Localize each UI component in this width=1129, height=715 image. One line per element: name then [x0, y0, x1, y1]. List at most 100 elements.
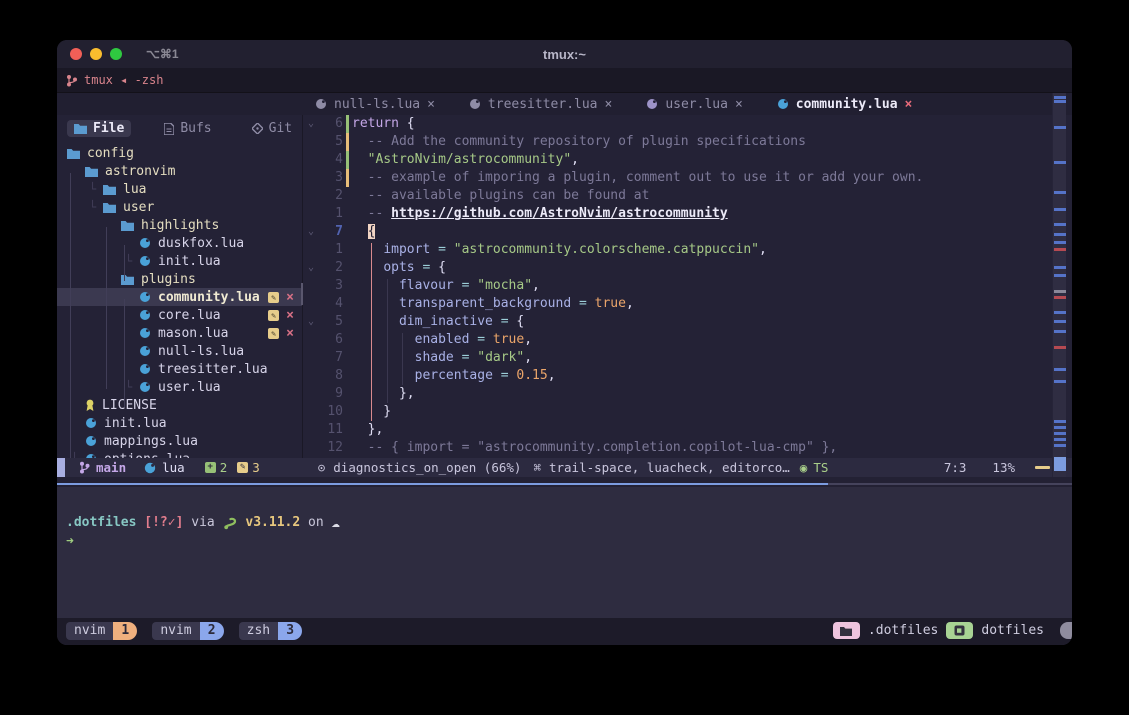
- source-tab-file[interactable]: File: [67, 120, 131, 137]
- git-sign-column: [343, 241, 352, 259]
- tree-item-label: init.lua: [104, 416, 167, 431]
- minimize-window-button[interactable]: [90, 48, 102, 60]
- tree-item-null-ls.lua[interactable]: null-ls.lua: [57, 342, 302, 360]
- close-window-button[interactable]: [70, 48, 82, 60]
- lua-file-icon: [139, 381, 151, 393]
- tree-item-astronvim[interactable]: astronvim: [57, 162, 302, 180]
- code-line[interactable]: 12 -- { import = "astrocommunity.complet…: [303, 439, 1072, 457]
- code-text: return {: [352, 115, 1072, 133]
- code-line[interactable]: 1 -- https://github.com/AstroNvim/astroc…: [303, 205, 1072, 223]
- buffer-tab-user.lua[interactable]: user.lua×: [646, 97, 742, 112]
- tmux-window-1[interactable]: nvim1: [66, 622, 137, 640]
- lua-file-icon: [139, 363, 151, 375]
- doc-icon: [164, 123, 174, 135]
- editor-scrollbar[interactable]: [1052, 93, 1066, 477]
- fold-column: [303, 349, 319, 367]
- tmux-window-name: nvim: [66, 622, 113, 640]
- code-line[interactable]: 11 },: [303, 421, 1072, 439]
- scrollbar-mark: [1054, 290, 1066, 293]
- active-pane-border: [57, 483, 828, 485]
- tree-item-lua[interactable]: └lua: [57, 180, 302, 198]
- tree-item-treesitter.lua[interactable]: treesitter.lua: [57, 360, 302, 378]
- tree-item-label: astronvim: [105, 164, 175, 179]
- indent-scope-line: [371, 243, 372, 421]
- code-line[interactable]: ⌄2 opts = {: [303, 259, 1072, 277]
- buffer-close-icon[interactable]: ×: [605, 97, 613, 112]
- scrollbar-thumb[interactable]: [1054, 457, 1066, 471]
- zoom-window-button[interactable]: [110, 48, 122, 60]
- scrollbar-mark: [1054, 266, 1066, 269]
- code-line[interactable]: 10 }: [303, 403, 1072, 421]
- code-line[interactable]: 5 -- Add the community repository of plu…: [303, 133, 1072, 151]
- tree-item-init.lua[interactable]: init.lua: [57, 414, 302, 432]
- tree-item-highlights[interactable]: highlights: [57, 216, 302, 234]
- git-sign-column: [343, 331, 352, 349]
- tree-item-init.lua[interactable]: └init.lua: [57, 252, 302, 270]
- tmux-window-3[interactable]: zsh3: [239, 622, 302, 640]
- tmux-session-name[interactable]: .dotfiles: [868, 623, 938, 638]
- terminal-tab-title[interactable]: tmux ◂ -zsh: [84, 73, 163, 87]
- git-sign-column: [343, 169, 352, 187]
- tree-guide-line: [106, 227, 107, 389]
- code-line[interactable]: 3 -- example of imporing a plugin, comme…: [303, 169, 1072, 187]
- tree-item-config[interactable]: config: [57, 144, 302, 162]
- buffer-tab-null-ls.lua[interactable]: null-ls.lua×: [315, 97, 435, 112]
- fold-chevron-icon[interactable]: ⌄: [303, 259, 319, 277]
- code-line[interactable]: ⌄5 dim_inactive = {: [303, 313, 1072, 331]
- tmux-window-index: 1: [113, 622, 137, 640]
- git-sign-column: [343, 223, 352, 241]
- code-line[interactable]: 6 enabled = true,: [303, 331, 1072, 349]
- zsh-pane[interactable]: .dotfiles [!?✓] via v3.11.2 on ☁ ➜: [57, 487, 1072, 618]
- shell-cursor[interactable]: [74, 534, 82, 549]
- code-line[interactable]: ⌄6return {: [303, 115, 1072, 133]
- fold-chevron-icon[interactable]: ⌄: [303, 115, 319, 133]
- mode-indicator-block: [57, 458, 65, 477]
- source-tab-git[interactable]: Git: [245, 120, 299, 137]
- code-line[interactable]: 2 -- available plugins can be found at: [303, 187, 1072, 205]
- code-line[interactable]: 9 },: [303, 385, 1072, 403]
- tmux-window-2[interactable]: nvim2: [152, 622, 223, 640]
- code-line[interactable]: 4 transparent_background = true,: [303, 295, 1072, 313]
- scrollbar-mark: [1054, 233, 1066, 236]
- ruler-mark: [1035, 466, 1050, 469]
- tree-item-core.lua[interactable]: core.lua✎×: [57, 306, 302, 324]
- code-line[interactable]: 8 percentage = 0.15,: [303, 367, 1072, 385]
- prompt-on: on: [308, 515, 324, 530]
- fold-column: [303, 169, 319, 187]
- git-branch-name[interactable]: main: [96, 460, 126, 475]
- tree-item-duskfox.lua[interactable]: duskfox.lua: [57, 234, 302, 252]
- code-line[interactable]: 1 import = "astrocommunity.colorscheme.c…: [303, 241, 1072, 259]
- scrollbar-mark: [1054, 208, 1066, 211]
- tree-item-community.lua[interactable]: community.lua✎×: [57, 288, 302, 306]
- buffer-tab-treesitter.lua[interactable]: treesitter.lua×: [469, 97, 612, 112]
- tree-item-mappings.lua[interactable]: mappings.lua: [57, 432, 302, 450]
- line-number: 4: [319, 295, 343, 313]
- folder-icon: [74, 123, 87, 134]
- tree-item-LICENSE[interactable]: LICENSE: [57, 396, 302, 414]
- git-status-badges: ✎×: [268, 326, 294, 341]
- folder-icon: [103, 184, 116, 195]
- code-editor[interactable]: ⌄6return {5 -- Add the community reposit…: [303, 115, 1072, 458]
- source-tab-bufs[interactable]: Bufs: [157, 120, 218, 137]
- tree-item-mason.lua[interactable]: mason.lua✎×: [57, 324, 302, 342]
- code-line[interactable]: 7 shade = "dark",: [303, 349, 1072, 367]
- lua-filetype-icon: [144, 462, 156, 474]
- fold-chevron-icon[interactable]: ⌄: [303, 313, 319, 331]
- tree-item-user[interactable]: └user: [57, 198, 302, 216]
- lua-file-icon: [777, 98, 789, 110]
- code-line[interactable]: ⌄7 {: [303, 223, 1072, 241]
- scrollbar-mark: [1054, 346, 1066, 349]
- code-line[interactable]: 3 flavour = "mocha",: [303, 277, 1072, 295]
- buffer-close-icon[interactable]: ×: [905, 97, 913, 112]
- tree-item-user.lua[interactable]: └user.lua: [57, 378, 302, 396]
- buffer-close-icon[interactable]: ×: [427, 97, 435, 112]
- line-number: 7: [319, 223, 343, 241]
- tmux-window-list: nvim1 nvim2 zsh3: [66, 622, 317, 640]
- buffer-tab-community.lua[interactable]: community.lua×: [777, 97, 913, 112]
- buffer-close-icon[interactable]: ×: [735, 97, 743, 112]
- fold-chevron-icon[interactable]: ⌄: [303, 223, 319, 241]
- tree-item-plugins[interactable]: plugins: [57, 270, 302, 288]
- status-right-cap: [1060, 622, 1072, 639]
- fold-column: [303, 205, 319, 223]
- code-line[interactable]: 4 "AstroNvim/astrocommunity",: [303, 151, 1072, 169]
